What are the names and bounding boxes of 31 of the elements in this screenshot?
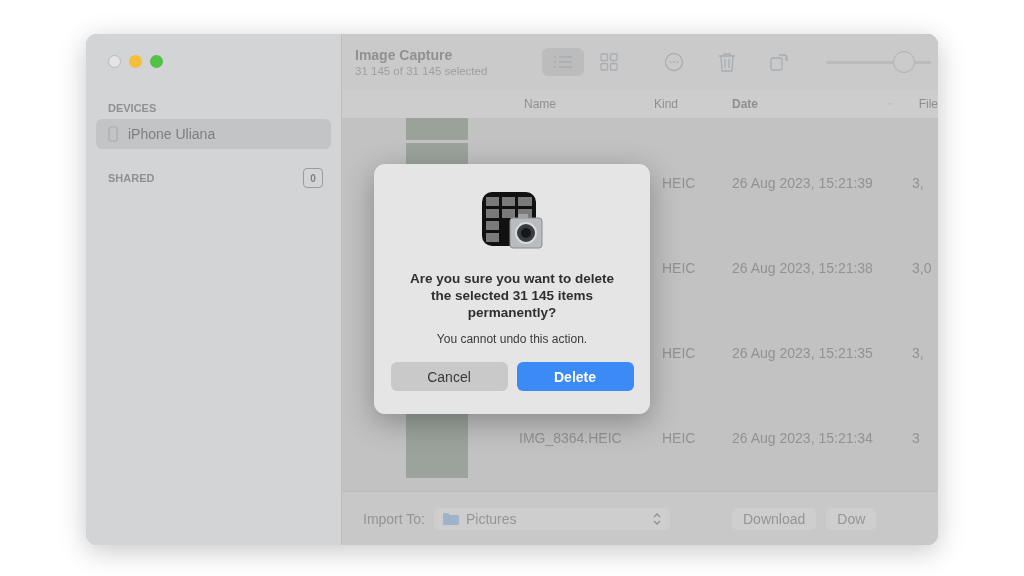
delete-button[interactable]: Delete [516,362,634,391]
grid-icon [600,53,618,71]
alert-message: Are you sure you want to delete the selected 31 145 items permanently? [408,270,615,321]
sidebar-item[interactable]: iPhone Uliana [96,119,331,149]
minimize-button[interactable] [129,55,142,68]
window-title: Image Capture [355,47,454,63]
column-header[interactable]: Kind [648,97,732,111]
alert-detail: You cannot undo this action. [436,332,588,346]
updown-chevron-icon [653,512,661,525]
download-button[interactable]: Download [732,507,817,530]
more-icon[interactable] [664,52,684,72]
rotate-icon[interactable] [770,52,788,72]
column-header[interactable]: Name [506,97,648,111]
folder-icon [443,512,459,525]
column-header[interactable]: Date [732,97,888,111]
close-button[interactable] [108,55,121,68]
photo-placeholder [406,118,468,140]
slider-thumb[interactable] [892,51,915,73]
list-view-button[interactable] [542,48,584,76]
phone-icon [108,126,118,142]
count-badge: 0 [303,168,323,188]
cancel-button[interactable]: Cancel [390,362,508,391]
section-heading: DEVICES [108,102,157,114]
destination-dropdown[interactable]: Pictures [434,507,670,530]
section-heading: SHARED [108,172,155,184]
zoom-slider[interactable] [826,51,931,73]
trash-icon[interactable] [718,52,736,72]
column-header[interactable]: File [908,97,938,111]
download-button[interactable]: Dow [826,507,877,530]
zoom-button[interactable] [150,55,163,68]
app-icon [480,190,544,252]
